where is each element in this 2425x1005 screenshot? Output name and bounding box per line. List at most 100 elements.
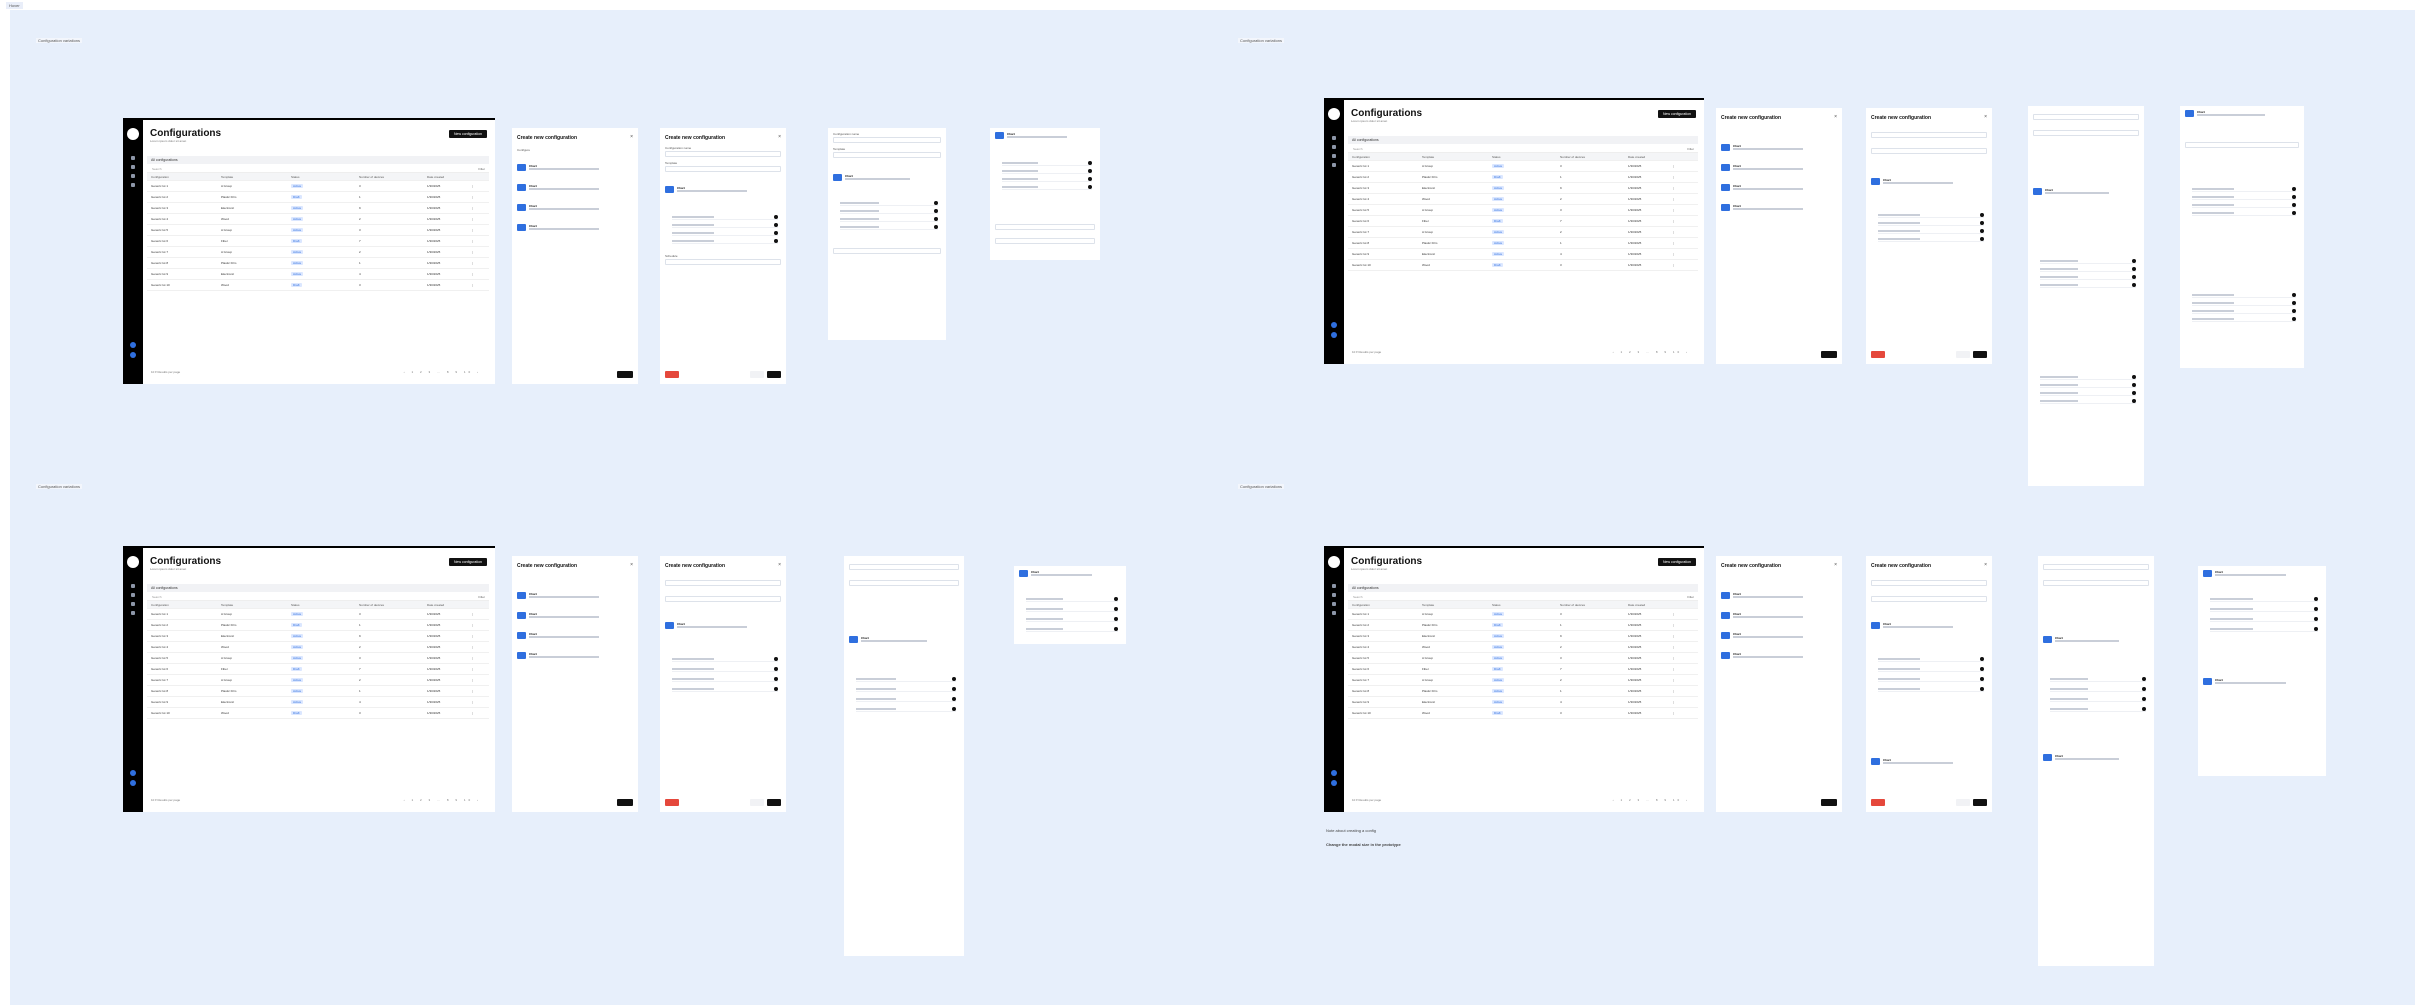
column-header[interactable]: Configuration bbox=[151, 175, 221, 179]
delete-button[interactable] bbox=[665, 371, 679, 378]
cancel-button[interactable] bbox=[1956, 351, 1970, 358]
row-menu-icon[interactable]: ⋮ bbox=[471, 239, 479, 243]
name-field[interactable] bbox=[2033, 114, 2139, 120]
row-menu-icon[interactable]: ⋮ bbox=[471, 667, 479, 671]
close-icon[interactable]: × bbox=[1984, 562, 1987, 568]
table-row[interactable]: Generic lot 7 A Group Active 2 1/30/2025 ⋮ bbox=[147, 675, 489, 686]
row-menu-icon[interactable]: ⋮ bbox=[1672, 241, 1680, 245]
row-menu-icon[interactable]: ⋮ bbox=[471, 184, 479, 188]
list-item[interactable] bbox=[856, 696, 956, 702]
schedule-select[interactable] bbox=[995, 224, 1095, 230]
save-button[interactable] bbox=[1973, 351, 1987, 358]
table-row[interactable]: Generic lot 1 A Group Active 3 1/30/2025 ⋮ bbox=[1348, 161, 1698, 172]
nav-icon[interactable] bbox=[1332, 593, 1336, 597]
table-row[interactable]: Generic lot 7 A Group Active 2 1/30/2025 ⋮ bbox=[1348, 227, 1698, 238]
table-row[interactable]: Generic lot 6 Fiber Draft 7 1/30/2025 ⋮ bbox=[147, 664, 489, 675]
list-item[interactable] bbox=[1002, 184, 1092, 190]
list-item[interactable] bbox=[1026, 606, 1118, 612]
list-item[interactable] bbox=[1878, 666, 1984, 672]
column-header[interactable]: Date created bbox=[427, 603, 471, 607]
row-menu-icon[interactable]: ⋮ bbox=[471, 623, 479, 627]
save-button[interactable] bbox=[1973, 799, 1987, 806]
option-card[interactable]: Chart bbox=[1019, 568, 1121, 582]
save-button[interactable] bbox=[617, 371, 633, 378]
column-header[interactable]: Date created bbox=[1628, 155, 1672, 159]
table-row[interactable]: Generic lot 1 A Group Active 3 1/30/2025 ⋮ bbox=[147, 609, 489, 620]
new-configuration-button[interactable]: New configuration bbox=[1657, 110, 1696, 118]
close-icon[interactable]: × bbox=[630, 134, 633, 140]
table-row[interactable]: Generic lot 9 Electronic Active 4 1/30/2025 ⋮ bbox=[1348, 249, 1698, 260]
list-item[interactable] bbox=[2040, 266, 2136, 272]
close-icon[interactable]: × bbox=[1834, 114, 1837, 120]
row-menu-icon[interactable]: ⋮ bbox=[1672, 623, 1680, 627]
row-menu-icon[interactable]: ⋮ bbox=[1672, 612, 1680, 616]
option-card[interactable]: Chart bbox=[995, 130, 1095, 144]
nav-icon[interactable] bbox=[131, 593, 135, 597]
list-item[interactable] bbox=[2050, 706, 2146, 712]
option-card[interactable]: Chart bbox=[849, 634, 959, 648]
template-select[interactable] bbox=[2033, 130, 2139, 136]
table-row[interactable]: Generic lot 2 Plastic Film Draft 1 1/30/2025… bbox=[147, 192, 489, 203]
page-numbers[interactable]: ‹ 1 2 3 … 8 9 10 › bbox=[404, 370, 481, 374]
table-row[interactable]: Generic lot 7 A Group Active 2 1/30/2025 ⋮ bbox=[147, 247, 489, 258]
results-per-page[interactable]: 10 ▾ Results per page bbox=[151, 370, 180, 374]
column-header[interactable]: Status bbox=[1492, 155, 1560, 159]
option-card[interactable]: Chart bbox=[517, 610, 633, 624]
search-input[interactable]: Search Filter bbox=[147, 594, 489, 601]
name-field[interactable] bbox=[665, 151, 781, 157]
list-item[interactable] bbox=[1878, 212, 1984, 218]
table-row[interactable]: Generic lot 9 Electronic Active 4 1/30/2025 ⋮ bbox=[1348, 697, 1698, 708]
table-row[interactable]: Generic lot 4 Wood Active 2 1/30/2025 ⋮ bbox=[1348, 194, 1698, 205]
option-card[interactable]: Chart bbox=[517, 162, 633, 176]
column-header[interactable]: Date created bbox=[1628, 603, 1672, 607]
list-item[interactable] bbox=[2210, 616, 2318, 622]
tab-all[interactable]: All configurations bbox=[147, 156, 489, 164]
option-card[interactable]: Chart bbox=[517, 182, 633, 196]
column-header[interactable]: Number of devices bbox=[1560, 603, 1628, 607]
row-menu-icon[interactable]: ⋮ bbox=[1672, 667, 1680, 671]
row-menu-icon[interactable]: ⋮ bbox=[471, 612, 479, 616]
results-per-page[interactable]: 10 ▾ Results per page bbox=[151, 798, 180, 802]
option-card[interactable]: Chart bbox=[1721, 630, 1837, 644]
nav-icon[interactable] bbox=[131, 183, 135, 187]
table-row[interactable]: Generic lot 5 A Group Active 3 1/30/2025 ⋮ bbox=[147, 653, 489, 664]
option-card[interactable]: Chart bbox=[1721, 590, 1837, 604]
list-item[interactable] bbox=[1878, 236, 1984, 242]
list-item[interactable] bbox=[2210, 606, 2318, 612]
table-row[interactable]: Generic lot 3 Electronic Active 9 1/30/2025 ⋮ bbox=[147, 631, 489, 642]
table-row[interactable]: Generic lot 3 Electronic Active 9 1/30/2025 ⋮ bbox=[147, 203, 489, 214]
row-menu-icon[interactable]: ⋮ bbox=[1672, 263, 1680, 267]
cancel-button[interactable] bbox=[1956, 799, 1970, 806]
save-button[interactable] bbox=[617, 799, 633, 806]
list-item[interactable] bbox=[2040, 382, 2136, 388]
close-icon[interactable]: × bbox=[778, 562, 781, 568]
row-menu-icon[interactable]: ⋮ bbox=[471, 711, 479, 715]
list-item[interactable] bbox=[1002, 176, 1092, 182]
row-menu-icon[interactable]: ⋮ bbox=[1672, 645, 1680, 649]
list-item[interactable] bbox=[1002, 160, 1092, 166]
template-select[interactable] bbox=[1871, 148, 1987, 154]
results-per-page[interactable]: 10 ▾ Results per page bbox=[1352, 350, 1381, 354]
option-card[interactable]: Chart bbox=[2043, 752, 2149, 766]
row-menu-icon[interactable]: ⋮ bbox=[1672, 711, 1680, 715]
delete-button[interactable] bbox=[1871, 799, 1885, 806]
option-card[interactable]: Chart bbox=[517, 650, 633, 664]
column-header[interactable]: Number of devices bbox=[359, 603, 427, 607]
table-row[interactable]: Generic lot 7 A Group Active 2 1/30/2025 ⋮ bbox=[1348, 675, 1698, 686]
list-item[interactable] bbox=[2040, 374, 2136, 380]
page-numbers[interactable]: ‹ 1 2 3 … 8 9 10 › bbox=[1613, 798, 1690, 802]
nav-icon[interactable] bbox=[1332, 584, 1336, 588]
help-icon[interactable] bbox=[1331, 770, 1337, 776]
column-header[interactable]: Number of devices bbox=[1560, 155, 1628, 159]
time-field[interactable] bbox=[995, 238, 1095, 244]
list-item[interactable] bbox=[1026, 626, 1118, 632]
row-menu-icon[interactable]: ⋮ bbox=[471, 700, 479, 704]
table-row[interactable]: Generic lot 6 Fiber Draft 7 1/30/2025 ⋮ bbox=[1348, 664, 1698, 675]
list-item[interactable] bbox=[672, 676, 778, 682]
option-card[interactable]: Chart bbox=[1721, 202, 1837, 216]
row-menu-icon[interactable]: ⋮ bbox=[1672, 700, 1680, 704]
row-menu-icon[interactable]: ⋮ bbox=[471, 250, 479, 254]
list-item[interactable] bbox=[2192, 292, 2296, 298]
save-button[interactable] bbox=[767, 799, 781, 806]
option-card[interactable]: Chart bbox=[517, 590, 633, 604]
